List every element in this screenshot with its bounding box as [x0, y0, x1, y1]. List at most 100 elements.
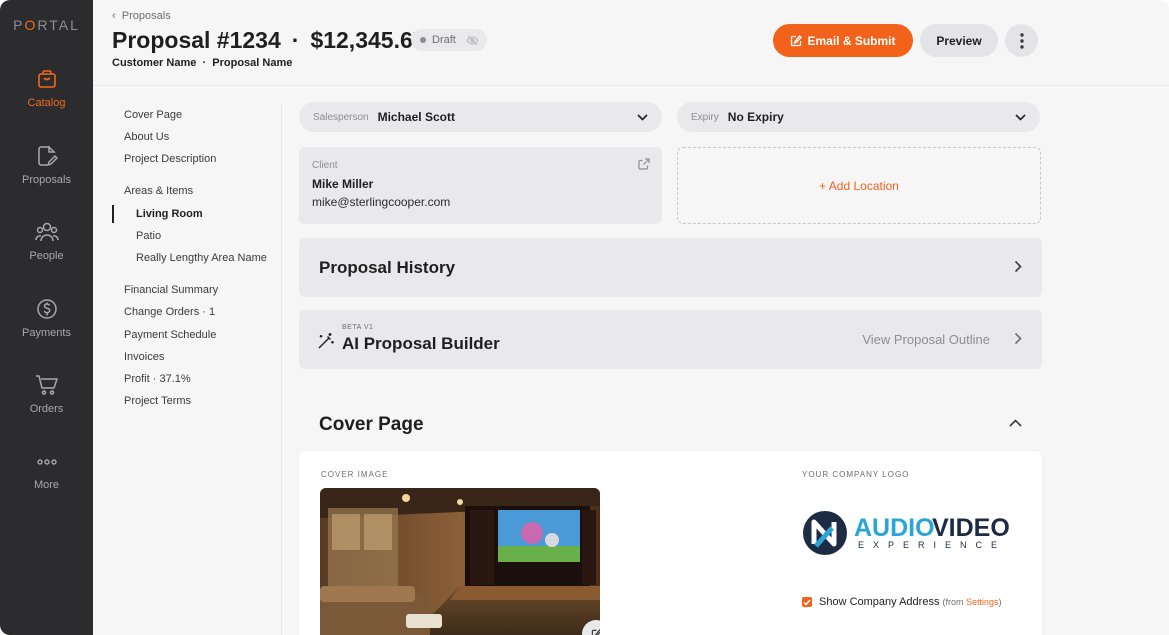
section-payment-schedule[interactable]: Payment Schedule — [124, 329, 216, 341]
proposal-history-title: Proposal History — [319, 258, 456, 277]
client-email: mike@sterlingcooper.com — [312, 195, 451, 209]
view-outline-link[interactable]: View Proposal Outline — [862, 332, 990, 347]
beta-tag: BETA V1 — [342, 324, 374, 331]
title-separator: · — [291, 27, 300, 53]
checkmark-icon — [803, 599, 811, 606]
section-cover-page[interactable]: Cover Page — [124, 109, 182, 121]
vertical-dots-icon — [1019, 32, 1024, 49]
section-area-lengthy[interactable]: Really Lengthy Area Name — [136, 252, 267, 264]
salesperson-label: Salesperson — [313, 111, 369, 123]
client-card[interactable]: Client Mike Miller mike@sterlingcooper.c… — [299, 147, 662, 224]
rail-item-payments[interactable]: Payments — [0, 298, 93, 339]
rail-item-orders[interactable]: Orders — [0, 374, 93, 415]
breadcrumb[interactable]: ‹ Proposals — [112, 10, 171, 22]
from-settings-suffix: ) — [998, 597, 1002, 607]
logo-word-video: VIDEO — [932, 514, 1010, 542]
salesperson-value: Michael Scott — [377, 110, 455, 124]
company-logo[interactable]: AUDIO VIDEO EXPERIENCE — [802, 510, 1014, 563]
section-about-us[interactable]: About Us — [124, 131, 169, 143]
section-area-patio[interactable]: Patio — [136, 230, 161, 242]
status-dot — [420, 37, 426, 43]
rail-label-more: More — [33, 479, 60, 491]
rail-label-orders: Orders — [29, 403, 64, 415]
rail-label-proposals: Proposals — [22, 174, 71, 186]
page-title: Proposal #1234 · $12,345.67 — [112, 27, 426, 54]
proposal-subtitle: Customer Name · Proposal Name — [112, 57, 292, 69]
ai-builder-title: AI Proposal Builder — [342, 334, 500, 353]
from-settings-prefix: (from — [942, 597, 966, 607]
section-invoices[interactable]: Invoices — [124, 351, 164, 363]
proposal-amount: $12,345.67 — [310, 27, 426, 53]
rail-label-people: People — [29, 250, 64, 262]
chevron-down-icon — [1015, 113, 1026, 121]
section-areas-items[interactable]: Areas & Items — [124, 185, 193, 197]
rail-label-payments: Payments — [22, 327, 71, 339]
section-nav: Cover Page About Us Project Description … — [112, 105, 282, 635]
section-project-description[interactable]: Project Description — [124, 153, 216, 165]
section-area-living-room[interactable]: Living Room — [136, 208, 203, 220]
chevron-down-icon — [637, 113, 648, 121]
section-financial-summary[interactable]: Financial Summary — [124, 284, 218, 296]
rail-item-catalog[interactable]: Catalog — [0, 68, 93, 109]
client-name: Mike Miller — [312, 177, 374, 191]
status-text: Draft — [432, 34, 456, 46]
left-rail: PORTAL Catalog Proposals People Payments… — [0, 0, 93, 635]
settings-link[interactable]: Settings — [966, 597, 999, 607]
company-logo-label: YOUR COMPANY LOGO — [802, 470, 910, 479]
external-link-icon[interactable] — [638, 158, 650, 170]
cover-page-card: COVER IMAGE YOUR COMPANY LOGO AUDIO VIDE… — [299, 451, 1042, 635]
email-submit-button[interactable]: Email & Submit — [773, 24, 913, 57]
proposal-number: Proposal #1234 — [112, 27, 281, 53]
rail-label-catalog: Catalog — [27, 97, 66, 109]
customer-name: Customer Name — [112, 57, 197, 69]
expiry-value: No Expiry — [727, 110, 784, 124]
more-dots-icon — [36, 459, 57, 465]
logo-subtitle: EXPERIENCE — [858, 540, 1006, 550]
show-company-address-row[interactable]: Show Company Address (from Settings) — [802, 596, 1001, 608]
add-location-label: + Add Location — [819, 178, 899, 193]
edit-square-icon — [591, 628, 600, 635]
rail-item-more[interactable]: More — [0, 452, 93, 491]
page-header: ‹ Proposals Proposal #1234 · $12,345.67 … — [93, 0, 1169, 86]
rail-item-proposals[interactable]: Proposals — [0, 145, 93, 186]
app-logo: PORTAL — [13, 17, 80, 33]
show-address-checkbox[interactable] — [802, 597, 812, 607]
subtitle-separator: · — [199, 57, 210, 69]
ai-builder-panel[interactable]: BETA V1 AI Proposal Builder View Proposa… — [299, 310, 1042, 369]
email-submit-label: Email & Submit — [807, 33, 896, 48]
breadcrumb-proposals[interactable]: Proposals — [122, 10, 171, 22]
cover-image[interactable] — [320, 488, 600, 635]
cover-page-title: Cover Page — [319, 414, 424, 435]
salesperson-select[interactable]: Salesperson Michael Scott — [299, 102, 662, 132]
expiry-label: Expiry — [691, 111, 719, 123]
add-location-button[interactable]: + Add Location — [677, 147, 1041, 224]
rail-item-people[interactable]: People — [0, 221, 93, 262]
from-settings-note: (from Settings) — [942, 597, 1001, 607]
show-address-label: Show Company Address — [819, 596, 940, 608]
chevron-up-icon[interactable] — [1009, 419, 1022, 427]
section-project-terms[interactable]: Project Terms — [124, 395, 191, 407]
section-change-orders[interactable]: Change Orders · 1 — [124, 306, 215, 318]
magic-wand-icon — [318, 333, 334, 349]
cart-icon — [35, 375, 58, 395]
proposal-name: Proposal Name — [212, 57, 293, 69]
dollar-circle-icon — [36, 299, 57, 319]
more-options-button[interactable] — [1005, 24, 1038, 57]
audiovideo-logo: AUDIO VIDEO EXPERIENCE — [803, 511, 1010, 555]
chevron-right-icon — [1014, 332, 1022, 345]
status-badge: Draft — [411, 29, 487, 51]
eye-off-icon — [466, 35, 479, 45]
preview-button[interactable]: Preview — [920, 24, 998, 57]
logo-word-audio: AUDIO — [854, 514, 935, 542]
active-section-indicator — [112, 205, 114, 223]
preview-label: Preview — [936, 33, 982, 48]
proposal-history-panel[interactable]: Proposal History — [299, 238, 1042, 297]
expiry-select[interactable]: Expiry No Expiry — [677, 102, 1040, 132]
cover-image-label: COVER IMAGE — [321, 470, 389, 479]
chevron-right-icon — [1014, 260, 1022, 273]
document-edit-icon — [37, 145, 58, 167]
section-profit[interactable]: Profit · 37.1% — [124, 373, 191, 385]
bag-icon — [37, 70, 56, 88]
edit-square-icon — [791, 34, 803, 46]
app: PORTAL Catalog Proposals People Payments… — [0, 0, 1169, 635]
